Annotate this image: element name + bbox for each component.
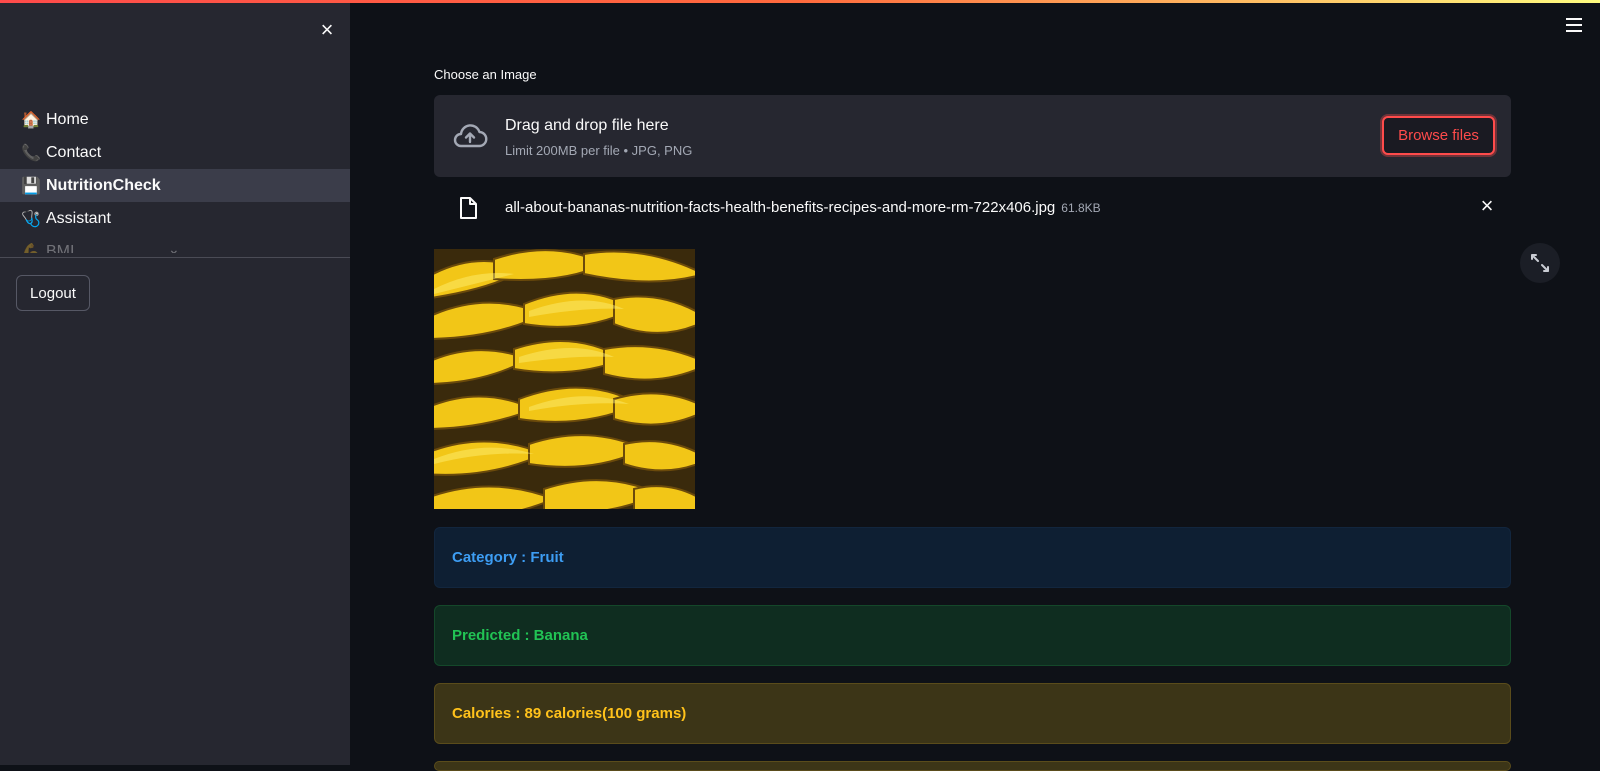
sidebar-item-label: Contact — [46, 143, 102, 161]
file-size: 61.8KB — [1061, 201, 1101, 215]
logout-button[interactable]: Logout — [16, 275, 90, 311]
predicted-text: Predicted : Banana — [452, 627, 588, 644]
muscle-icon: 💪 — [21, 243, 41, 254]
category-alert: Category : Fruit — [434, 527, 1511, 588]
sidebar-nav: 🏠 Home 📞 Contact 💾 NutritionCheck 🩺 Assi… — [0, 103, 350, 253]
close-sidebar-icon[interactable]: × — [316, 19, 338, 41]
banana-image-icon — [434, 249, 695, 509]
calories-text: Calories : 89 calories(100 grams) — [452, 705, 687, 722]
file-dropzone[interactable]: Drag and drop file here Limit 200MB per … — [434, 95, 1511, 177]
browse-files-button[interactable]: Browse files — [1382, 116, 1495, 155]
uploaded-file-row: all-about-bananas-nutrition-facts-health… — [434, 190, 1511, 226]
sidebar-item-label: NutritionCheck — [46, 176, 161, 194]
sidebar-item-nutritioncheck[interactable]: 💾 NutritionCheck — [0, 169, 350, 202]
sidebar-item-contact[interactable]: 📞 Contact — [0, 136, 350, 169]
remove-file-icon[interactable]: × — [1475, 194, 1499, 218]
sidebar-item-assistant[interactable]: 🩺 Assistant — [0, 202, 350, 235]
dropzone-subtitle: Limit 200MB per file • JPG, PNG — [505, 143, 693, 158]
stethoscope-icon: 🩺 — [21, 210, 41, 228]
uploader-label: Choose an Image — [434, 67, 537, 82]
chevron-down-icon[interactable]: ⌄ — [168, 241, 180, 253]
uploaded-image-bananas — [434, 249, 695, 509]
fullscreen-expand-icon[interactable] — [1520, 243, 1560, 283]
sidebar: × 🏠 Home 📞 Contact 💾 NutritionCheck 🩺 As… — [0, 3, 350, 765]
calories-alert: Calories : 89 calories(100 grams) — [434, 683, 1511, 744]
dropzone-title: Drag and drop file here — [505, 117, 669, 134]
next-alert-partial — [434, 761, 1511, 771]
sidebar-item-bmi[interactable]: 💪 BMI ⌄ — [0, 235, 350, 253]
menu-icon[interactable] — [1566, 18, 1582, 32]
file-name: all-about-bananas-nutrition-facts-health… — [505, 199, 1101, 216]
sidebar-item-label: Home — [46, 110, 89, 128]
file-name-text: all-about-bananas-nutrition-facts-health… — [505, 199, 1056, 216]
file-icon — [460, 197, 477, 219]
category-text: Category : Fruit — [452, 549, 564, 566]
sidebar-divider — [0, 257, 350, 258]
house-icon: 🏠 — [21, 111, 41, 129]
sidebar-item-label: BMI — [46, 242, 75, 254]
floppy-icon: 💾 — [21, 177, 41, 195]
sidebar-item-label: Assistant — [46, 209, 111, 227]
cloud-upload-icon — [453, 124, 488, 148]
sidebar-item-home[interactable]: 🏠 Home — [0, 103, 350, 136]
prediction-alert: Predicted : Banana — [434, 605, 1511, 666]
phone-icon: 📞 — [21, 144, 41, 162]
